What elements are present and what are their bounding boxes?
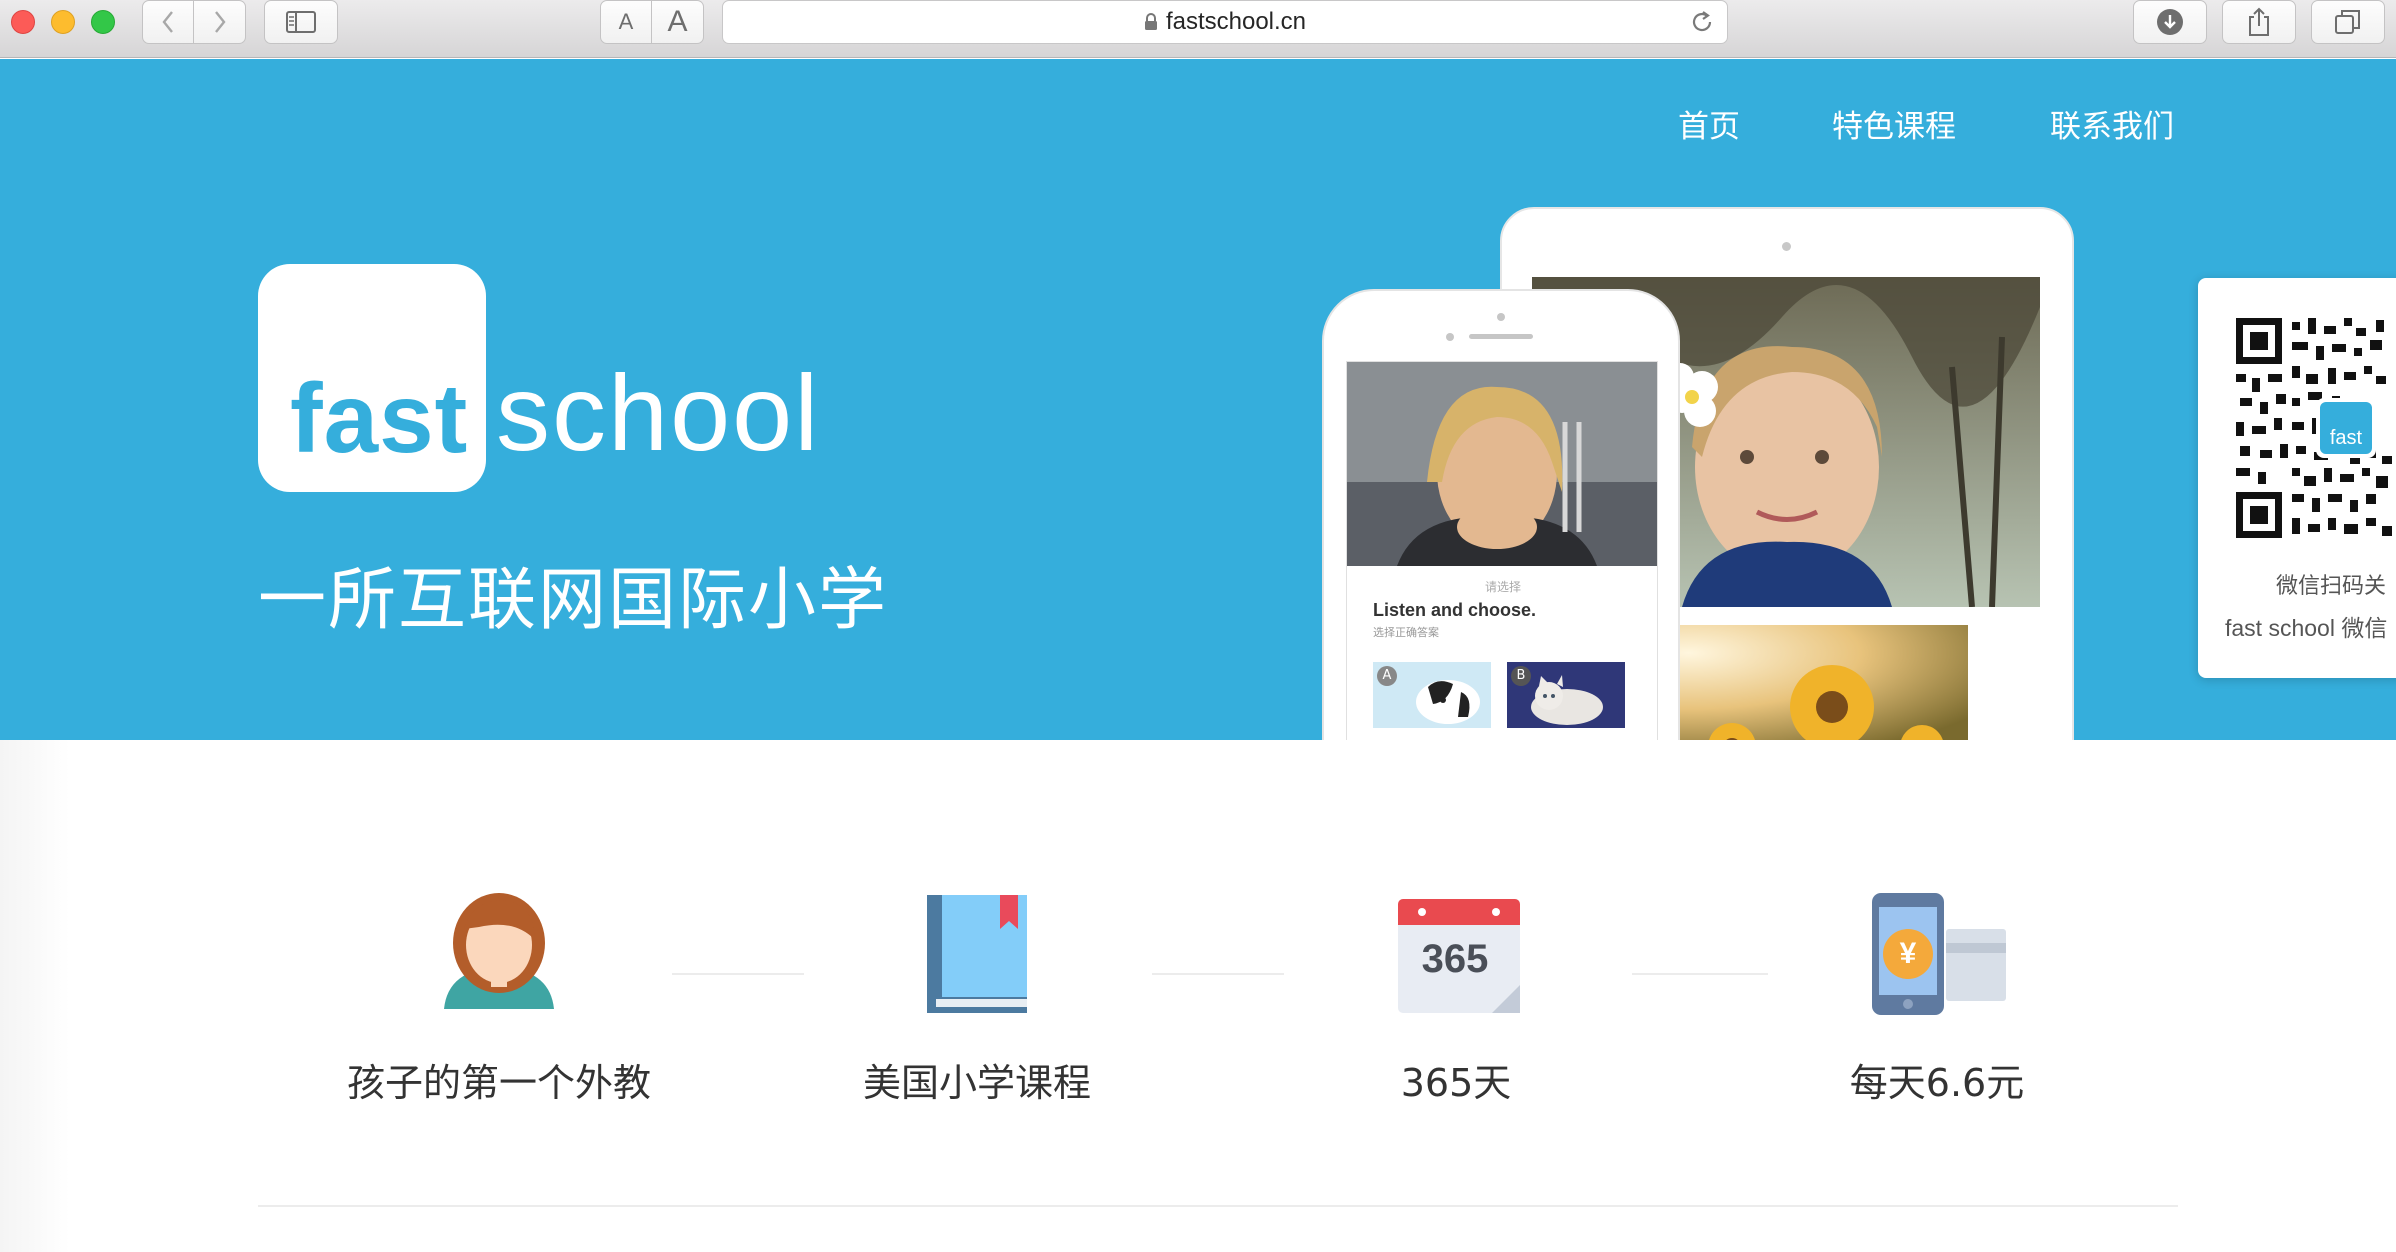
reload-icon[interactable] xyxy=(1689,9,1715,35)
answer-option-b[interactable]: B xyxy=(1507,662,1625,728)
answer-option-a[interactable]: A xyxy=(1373,662,1491,728)
sidebar-toggle-button[interactable] xyxy=(264,0,338,44)
browser-toolbar: A A fastschool.cn xyxy=(0,0,2396,58)
section-divider xyxy=(258,1205,2178,1207)
option-b-badge: B xyxy=(1511,666,1531,686)
text-smaller-button[interactable]: A xyxy=(600,0,652,44)
tabs-icon xyxy=(2335,10,2360,34)
chevron-right-icon xyxy=(214,11,226,33)
logo-fast-text: fast xyxy=(290,363,469,473)
phone-camera xyxy=(1497,313,1505,321)
payment-icon: ¥ xyxy=(1870,889,2006,1019)
phone-speaker xyxy=(1469,334,1533,339)
downloads-button[interactable] xyxy=(2133,0,2207,44)
sidebar-icon xyxy=(286,11,316,33)
hero-tagline: 一所互联网国际小学 xyxy=(258,561,889,640)
yuan-coin: ¥ xyxy=(1883,929,1933,979)
wechat-qr-card[interactable]: fast 微信扫码关 fast school 微信 xyxy=(2198,278,2396,678)
chevron-left-icon xyxy=(162,11,173,33)
app-instruction: Listen and choose. xyxy=(1373,600,1537,620)
nav-courses[interactable]: 特色课程 xyxy=(1832,101,1956,146)
connector-line xyxy=(1632,973,1768,975)
qr-code-image xyxy=(2236,318,2392,538)
forward-button[interactable] xyxy=(194,0,246,44)
phone-screen: 请选择 Listen and choose. 选择正确答案 A B xyxy=(1346,361,1658,740)
tablet-camera xyxy=(1782,242,1791,251)
zoom-window-button[interactable] xyxy=(91,10,115,34)
feature-label-price: 每天6.6元 xyxy=(1849,1061,2025,1105)
feature-label-curriculum: 美国小学课程 xyxy=(862,1061,1092,1105)
download-icon xyxy=(2157,9,2183,35)
teacher-fork-image xyxy=(1347,362,1657,566)
back-button[interactable] xyxy=(142,0,194,44)
feature-label-teacher: 孩子的第一个外教 xyxy=(346,1061,652,1105)
text-larger-label: A xyxy=(667,5,688,38)
text-smaller-label: A xyxy=(618,9,634,34)
url-text: fastschool.cn xyxy=(1165,8,1307,35)
text-larger-button[interactable]: A xyxy=(652,0,704,44)
logo-school-text: school xyxy=(496,352,821,473)
close-window-button[interactable] xyxy=(11,10,35,34)
share-button[interactable] xyxy=(2222,0,2296,44)
calendar-number: 365 xyxy=(1421,937,1489,981)
phone-sensor xyxy=(1446,333,1454,341)
lock-icon xyxy=(1144,13,1157,30)
qr-badge: fast xyxy=(2329,427,2363,449)
features-section: 孩子的第一个外教 美国小学课程 365 365天 ¥ 每天6.6元 xyxy=(0,740,2396,1252)
qr-caption-1: 微信扫码关 xyxy=(2276,574,2387,599)
nav-home[interactable]: 首页 xyxy=(1678,101,1740,146)
nav-contact[interactable]: 联系我们 xyxy=(2050,101,2174,146)
share-icon xyxy=(2249,7,2269,36)
tabs-overview-button[interactable] xyxy=(2311,0,2385,44)
hero-banner: 首页 特色课程 联系我们 fast school 一所互联网国际小学 请选择 L… xyxy=(0,59,2396,740)
qr-caption-2: fast school 微信 xyxy=(2225,615,2388,641)
app-header: 请选择 xyxy=(1484,580,1521,594)
teacher-icon xyxy=(434,889,564,1019)
connector-line xyxy=(1152,973,1284,975)
minimize-window-button[interactable] xyxy=(51,10,75,34)
book-icon xyxy=(912,889,1042,1019)
address-bar[interactable]: fastschool.cn xyxy=(722,0,1728,44)
app-instruction-sub: 选择正确答案 xyxy=(1373,626,1439,639)
logo-mark[interactable]: fast xyxy=(258,264,486,492)
phone-mockup: 请选择 Listen and choose. 选择正确答案 A B xyxy=(1322,289,1680,740)
connector-line xyxy=(672,973,804,975)
calendar-icon: 365 xyxy=(1394,889,1524,1019)
option-a-badge: A xyxy=(1377,666,1397,686)
feature-label-days: 365天 xyxy=(1400,1061,1512,1105)
